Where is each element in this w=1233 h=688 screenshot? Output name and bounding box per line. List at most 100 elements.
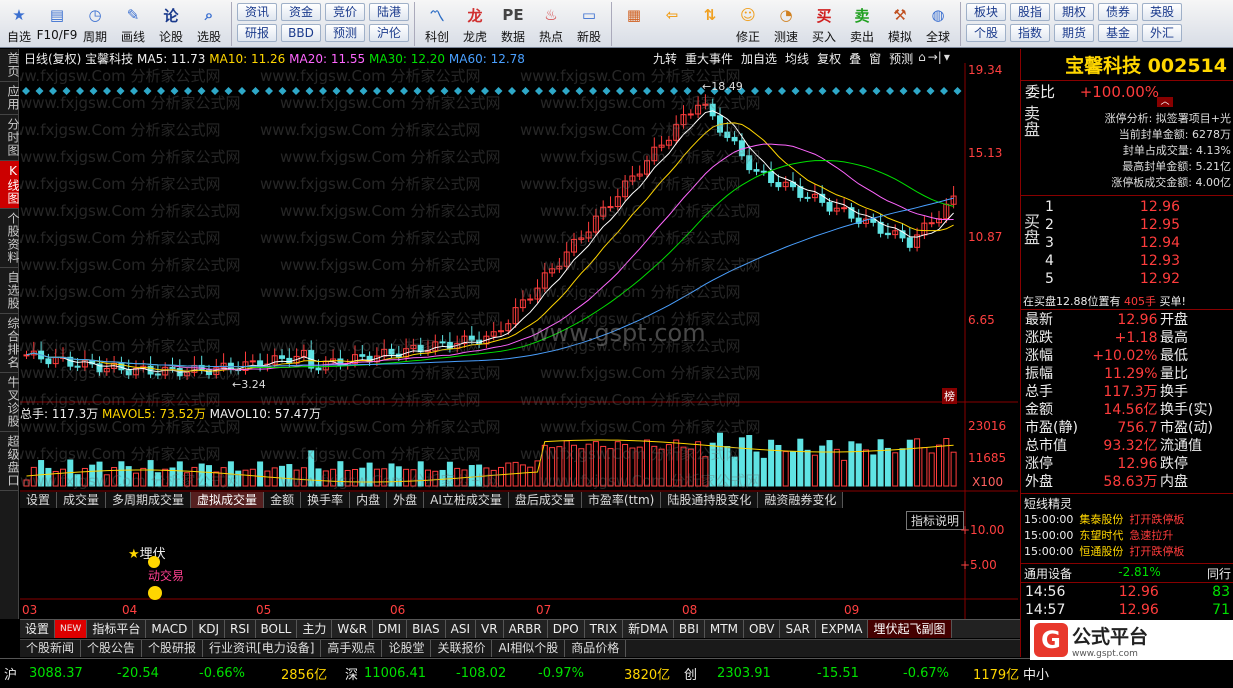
indicator-tab[interactable]: AI立桩成交量 [424, 492, 509, 508]
toolbar-back-arrow-button[interactable]: ⇦ [653, 0, 691, 46]
indicator-tab[interactable]: 陆股通持股变化 [661, 492, 759, 508]
toolbar-mini-button[interactable]: 英股 [1142, 3, 1182, 21]
toolbar-wrench-button[interactable]: ☺ 修正 [729, 0, 767, 46]
toolbar-mini-button[interactable]: 股指 [1010, 3, 1050, 21]
bottom-tab[interactable]: DMI [373, 620, 408, 638]
left-tab-0[interactable]: 首页 [0, 49, 20, 82]
toolbar-mini-button[interactable]: 外汇 [1142, 24, 1182, 42]
bottom-tab[interactable]: 设置 [20, 620, 56, 638]
bottom-tab[interactable]: NEW [55, 620, 88, 638]
indicator-help-button[interactable]: 指标说明 [906, 511, 965, 530]
left-tab-8[interactable]: 超级盘口 [0, 432, 20, 491]
toolbar-tiger-button[interactable]: 龙龙虎 [456, 0, 494, 46]
toolbar-mini-button[interactable]: 陆港 [369, 3, 409, 21]
toolbar-star-button[interactable]: ★ 自选 [0, 0, 38, 46]
toolbar-mini-button[interactable]: 期货 [1054, 24, 1094, 42]
toolbar-hot-button[interactable]: ♨ 热点 [532, 0, 570, 46]
bottom-tab[interactable]: 新DMA [623, 620, 674, 638]
left-tab-4[interactable]: 个股资料 [0, 209, 20, 268]
bottom-tab[interactable]: BIAS [407, 620, 446, 638]
bottom-tab[interactable]: ASI [446, 620, 477, 638]
bottom-tab[interactable]: EXPMA [816, 620, 869, 638]
bottom-tab[interactable]: DPO [548, 620, 585, 638]
info-tab[interactable]: 个股新闻 [20, 640, 82, 657]
toolbar-mini-button[interactable]: 资讯 [237, 3, 277, 21]
toolbar-lun-button[interactable]: 论论股 [152, 0, 190, 46]
news-row[interactable]: 15:00:00 集泰股份 打开跌停板 [1021, 512, 1233, 528]
toolbar-sell-button[interactable]: 卖卖出 [843, 0, 881, 46]
info-tab[interactable]: AI相似个股 [492, 640, 566, 657]
bottom-tab[interactable]: SAR [780, 620, 816, 638]
info-tab[interactable]: 论股堂 [382, 640, 432, 657]
left-tab-2[interactable]: 分时图 [0, 115, 20, 161]
info-tab[interactable]: 行业资讯[电力设备] [203, 640, 322, 657]
toolbar-magnifier-button[interactable]: ⌕ 选股 [190, 0, 228, 46]
info-tab[interactable]: 商品价格 [565, 640, 627, 657]
toolbar-hammer-button[interactable]: ⚒ 模拟 [881, 0, 919, 46]
bang-badge[interactable]: 榜 [942, 388, 957, 404]
bottom-tab[interactable]: 埋伏起飞副图 [868, 620, 952, 638]
toolbar-pencil-button[interactable]: ✎ 画线 [114, 0, 152, 46]
indicator-tab[interactable]: 内盘 [350, 492, 388, 508]
indicator-tab[interactable]: 金额 [264, 492, 302, 508]
toolbar-mini-button[interactable]: 债券 [1098, 3, 1138, 21]
left-tab-1[interactable]: 应用 [0, 82, 20, 115]
indicator-tab[interactable]: 换手率 [301, 492, 351, 508]
indicator-tab[interactable]: 虚拟成交量 [191, 492, 265, 508]
left-tab-5[interactable]: 自选股 [0, 268, 20, 314]
toolbar-pe-button[interactable]: PE 数据 [494, 0, 532, 46]
toolbar-mini-button[interactable]: 指数 [1010, 24, 1050, 42]
bottom-tab[interactable]: OBV [744, 620, 781, 638]
toolbar-ipo-button[interactable]: ▭ 新股 [570, 0, 608, 46]
toolbar-grid-button[interactable]: ▦ [615, 0, 653, 46]
left-tab-6[interactable]: 综合排名 [0, 314, 20, 373]
collapse-icon[interactable]: ︿ [1157, 97, 1173, 107]
indicator-tab[interactable]: 设置 [20, 492, 58, 508]
toolbar-mini-button[interactable]: 期权 [1054, 3, 1094, 21]
toolbar-mini-button[interactable]: 预测 [325, 24, 365, 42]
toolbar-mini-button[interactable]: 竞价 [325, 3, 365, 21]
indicator-tab[interactable]: 市盈率(ttm) [581, 492, 662, 508]
sector-row[interactable]: 通用设备 -2.81% 同行 [1021, 565, 1233, 582]
toolbar-chart-button[interactable]: 〽科创 [418, 0, 456, 46]
left-tab-3[interactable]: K线图 [0, 161, 20, 209]
news-row[interactable]: 15:00:00 东望时代 急速拉升 [1021, 528, 1233, 544]
bottom-tab[interactable]: RSI [225, 620, 256, 638]
news-row[interactable]: 15:00:00 恒通股份 打开跌停板 [1021, 544, 1233, 560]
bottom-tab[interactable]: BOLL [256, 620, 298, 638]
bottom-tab[interactable]: KDJ [193, 620, 225, 638]
toolbar-mini-button[interactable]: 研报 [237, 24, 277, 42]
toolbar-mini-button[interactable]: 资金 [281, 3, 321, 21]
bottom-tab[interactable]: VR [476, 620, 504, 638]
toolbar-mini-button[interactable]: 板块 [966, 3, 1006, 21]
indicator-tab[interactable]: 外盘 [387, 492, 425, 508]
indicator-tab[interactable]: 多周期成交量 [106, 492, 192, 508]
toolbar-buy-button[interactable]: 买买入 [805, 0, 843, 46]
toolbar-mini-button[interactable]: 个股 [966, 24, 1006, 42]
info-tab[interactable]: 个股研报 [142, 640, 204, 657]
info-tab[interactable]: 个股公告 [81, 640, 143, 657]
toolbar-updown-button[interactable]: ⇅ [691, 0, 729, 46]
indicator-tab[interactable]: 融资融券变化 [758, 492, 844, 508]
bottom-tab[interactable]: MTM [705, 620, 744, 638]
indicator-tab[interactable]: 盘后成交量 [508, 492, 582, 508]
toolbar-f10-button[interactable]: ▤ F10/F9 [37, 0, 78, 46]
toolbar-globe-button[interactable]: ◍ 全球 [919, 0, 957, 46]
left-tab-7[interactable]: 牛叉诊股 [0, 373, 20, 432]
toolbar-speed-button[interactable]: ◔ 测速 [767, 0, 805, 46]
toolbar-mini-button[interactable]: 基金 [1098, 24, 1138, 42]
toolbar-mini-button[interactable]: 沪伦 [369, 24, 409, 42]
bottom-tab[interactable]: 指标平台 [87, 620, 147, 638]
toolbar-mini-button[interactable]: BBD [281, 24, 321, 42]
bottom-tab[interactable]: BBI [674, 620, 705, 638]
bottom-tab[interactable]: TRIX [585, 620, 624, 638]
bottom-tab[interactable]: 主力 [297, 620, 333, 638]
kline-chart-area[interactable]: 日线(复权) 宝馨科技 MA5: 11.73 MA10: 11.26 MA20:… [20, 49, 1018, 619]
bottom-tab[interactable]: MACD [146, 620, 194, 638]
indicator-tab[interactable]: 成交量 [57, 492, 107, 508]
bottom-tab[interactable]: W&R [332, 620, 373, 638]
toolbar-clock-button[interactable]: ◷ 周期 [76, 0, 114, 46]
info-tab[interactable]: 关联报价 [431, 640, 493, 657]
bottom-tab[interactable]: ARBR [504, 620, 548, 638]
info-tab[interactable]: 高手观点 [321, 640, 383, 657]
